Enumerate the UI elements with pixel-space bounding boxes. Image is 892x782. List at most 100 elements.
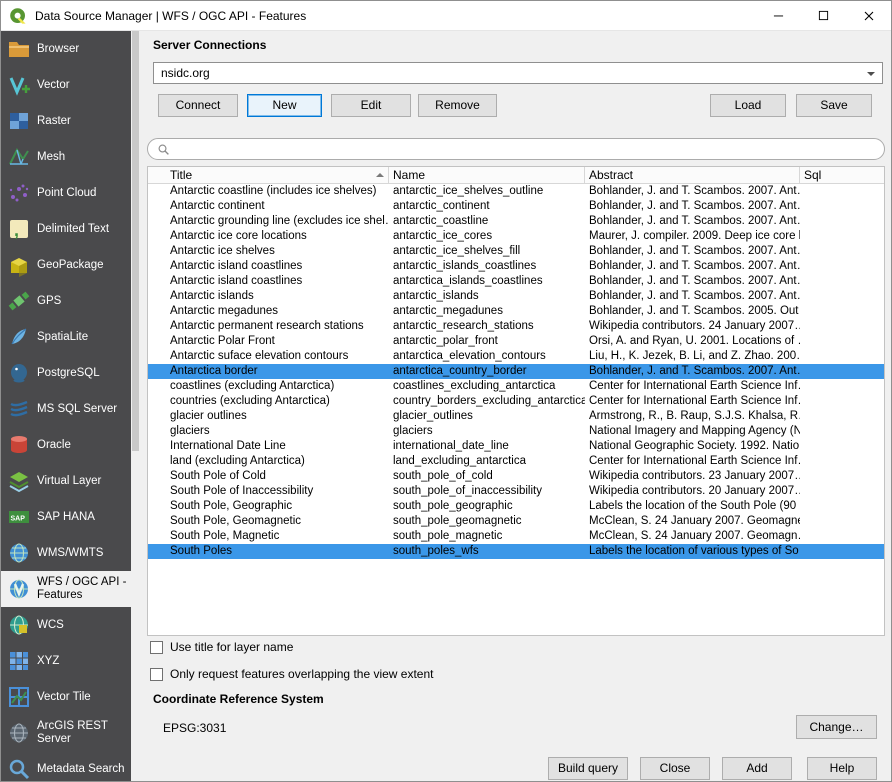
sidebar-item-wcs[interactable]: WCS (1, 607, 131, 643)
table-row[interactable]: South Pole, Geomagnetic south_pole_geoma… (148, 514, 884, 529)
table-row[interactable]: land (excluding Antarctica) land_excludi… (148, 454, 884, 469)
table-row[interactable]: Antarctic ice core locations antarctic_i… (148, 229, 884, 244)
table-row[interactable]: International Date Line international_da… (148, 439, 884, 454)
new-button[interactable]: New (247, 94, 322, 117)
cell-name: south_pole_magnetic (389, 529, 585, 544)
overlap-extent-checkbox[interactable] (150, 668, 163, 681)
source-type-sidebar: Browser Vector Raster Mesh Point Cloud ,… (1, 31, 131, 781)
cell-title: South Poles (148, 544, 389, 559)
table-row[interactable]: glaciers glaciers National Imagery and M… (148, 424, 884, 439)
server-connection-select[interactable]: nsidc.org (153, 62, 883, 84)
cell-sql (800, 424, 884, 439)
cell-abstract: Bohlander, J. and T. Scambos. 2007. Ant… (585, 184, 800, 199)
vector-icon (7, 73, 31, 97)
build-query-button[interactable]: Build query (548, 757, 628, 780)
sidebar-item-wfs-ogc-api-features[interactable]: WFS / OGC API - Features (1, 571, 131, 607)
minimize-button[interactable] (756, 1, 801, 30)
overlap-extent-option[interactable]: Only request features overlapping the vi… (150, 667, 433, 681)
table-row[interactable]: Antarctic permanent research stations an… (148, 319, 884, 334)
table-row[interactable]: Antarctic coastline (includes ice shelve… (148, 184, 884, 199)
sidebar-item-postgresql[interactable]: PostgreSQL (1, 355, 131, 391)
table-row[interactable]: countries (excluding Antarctica) country… (148, 394, 884, 409)
sidebar-item-sap-hana[interactable]: SAP SAP HANA (1, 499, 131, 535)
sidebar-item-xyz[interactable]: XYZ (1, 643, 131, 679)
cell-sql (800, 304, 884, 319)
table-row[interactable]: Antarctica border antarctica_country_bor… (148, 364, 884, 379)
sidebar-item-point-cloud[interactable]: Point Cloud (1, 175, 131, 211)
layers-table: Title Name Abstract Sql Antarctic coastl… (147, 166, 885, 636)
sidebar-item-delimited-text[interactable]: , Delimited Text (1, 211, 131, 247)
table-row[interactable]: South Poles south_poles_wfs Labels the l… (148, 544, 884, 559)
crs-change-button[interactable]: Change… (796, 715, 877, 739)
column-header-abstract[interactable]: Abstract (585, 167, 800, 183)
column-header-sql[interactable]: Sql (800, 167, 884, 183)
sidebar-item-browser[interactable]: Browser (1, 31, 131, 67)
cell-title: Antarctic permanent research stations (148, 319, 389, 334)
save-button[interactable]: Save (796, 94, 872, 117)
maximize-button[interactable] (801, 1, 846, 30)
table-row[interactable]: Antarctic grounding line (excludes ice s… (148, 214, 884, 229)
sidebar-item-vector[interactable]: Vector (1, 67, 131, 103)
table-row[interactable]: South Pole, Geographic south_pole_geogra… (148, 499, 884, 514)
load-button[interactable]: Load (710, 94, 786, 117)
cell-abstract: Center for International Earth Science I… (585, 394, 800, 409)
cell-name: glaciers (389, 424, 585, 439)
sidebar-item-wms-wmts[interactable]: WMS/WMTS (1, 535, 131, 571)
table-row[interactable]: South Pole, Magnetic south_pole_magnetic… (148, 529, 884, 544)
cell-title: Antarctic continent (148, 199, 389, 214)
cell-abstract: Labels the location of the South Pole (9… (585, 499, 800, 514)
layer-filter-box (147, 138, 885, 160)
sidebar-item-mesh[interactable]: Mesh (1, 139, 131, 175)
column-header-title[interactable]: Title (148, 167, 389, 183)
column-header-name[interactable]: Name (389, 167, 585, 183)
table-row[interactable]: glacier outlines glacier_outlines Armstr… (148, 409, 884, 424)
sidebar-item-gps[interactable]: GPS (1, 283, 131, 319)
table-row[interactable]: Antarctic suface elevation contours anta… (148, 349, 884, 364)
sidebar-item-virtual-layer[interactable]: Virtual Layer (1, 463, 131, 499)
filter-input[interactable] (176, 140, 875, 158)
sidebar-scrollbar-thumb[interactable] (132, 31, 139, 451)
table-row[interactable]: Antarctic Polar Front antarctic_polar_fr… (148, 334, 884, 349)
close-button[interactable] (846, 1, 891, 30)
use-title-checkbox[interactable] (150, 641, 163, 654)
window-title: Data Source Manager | WFS / OGC API - Fe… (35, 9, 756, 23)
remove-button[interactable]: Remove (418, 94, 497, 117)
sidebar-item-arcgis-rest-server[interactable]: ArcGIS REST Server (1, 715, 131, 751)
table-row[interactable]: Antarctic megadunes antarctic_megadunes … (148, 304, 884, 319)
use-title-label: Use title for layer name (170, 640, 293, 654)
dialog-close-button[interactable]: Close (640, 757, 710, 780)
table-row[interactable]: Antarctic continent antarctic_continent … (148, 199, 884, 214)
virtual-layer-icon (7, 469, 31, 493)
cell-name: antarctic_research_stations (389, 319, 585, 334)
sidebar-item-geopackage[interactable]: GeoPackage (1, 247, 131, 283)
cell-abstract: National Imagery and Mapping Agency (N… (585, 424, 800, 439)
server-connections-label: Server Connections (153, 38, 266, 52)
cell-title: South Pole, Magnetic (148, 529, 389, 544)
add-button[interactable]: Add (722, 757, 792, 780)
use-title-option[interactable]: Use title for layer name (150, 640, 293, 654)
table-row[interactable]: Antarctic islands antarctic_islands Bohl… (148, 289, 884, 304)
sidebar-item-oracle[interactable]: Oracle (1, 427, 131, 463)
sidebar-item-metadata-search[interactable]: Metadata Search (1, 751, 131, 781)
table-row[interactable]: Antarctic island coastlines antarctica_i… (148, 274, 884, 289)
connect-button[interactable]: Connect (158, 94, 238, 117)
cell-title: Antarctic ice shelves (148, 244, 389, 259)
sort-ascending-icon (376, 169, 384, 177)
cell-abstract: Bohlander, J. and T. Scambos. 2007. Ant… (585, 244, 800, 259)
raster-icon (7, 109, 31, 133)
table-row[interactable]: coastlines (excluding Antarctica) coastl… (148, 379, 884, 394)
sidebar-item-ms-sql-server[interactable]: MS SQL Server (1, 391, 131, 427)
cell-sql (800, 214, 884, 229)
table-row[interactable]: Antarctic island coastlines antarctic_is… (148, 259, 884, 274)
table-row[interactable]: South Pole of Inaccessibility south_pole… (148, 484, 884, 499)
sidebar-item-raster[interactable]: Raster (1, 103, 131, 139)
metadata-search-icon (7, 757, 31, 781)
sidebar-item-vector-tile[interactable]: Vector Tile (1, 679, 131, 715)
sidebar-scrollbar[interactable] (131, 31, 140, 781)
edit-button[interactable]: Edit (331, 94, 411, 117)
help-button[interactable]: Help (807, 757, 877, 780)
table-row[interactable]: Antarctic ice shelves antarctic_ice_shel… (148, 244, 884, 259)
table-row[interactable]: South Pole of Cold south_pole_of_cold Wi… (148, 469, 884, 484)
sidebar-item-spatialite[interactable]: SpatiaLite (1, 319, 131, 355)
cell-sql (800, 274, 884, 289)
